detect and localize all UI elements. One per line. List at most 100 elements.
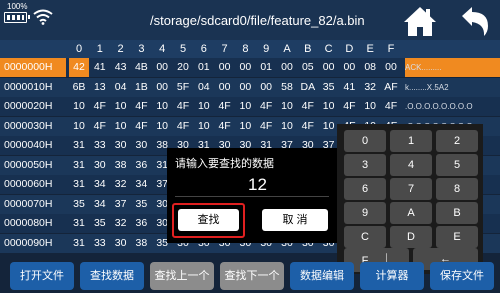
hex-row-address[interactable]: 0000040H <box>0 136 66 155</box>
hex-byte[interactable]: 34 <box>90 195 110 214</box>
find-next-button[interactable]: 查找下一个 <box>220 262 284 290</box>
hex-byte[interactable]: 4B <box>131 58 151 77</box>
hex-byte[interactable]: 4F <box>256 97 276 116</box>
hex-byte[interactable]: 00 <box>215 78 235 97</box>
hex-byte[interactable]: DA <box>298 78 318 97</box>
hex-byte[interactable]: 01 <box>256 58 276 77</box>
hex-byte[interactable]: 4F <box>215 97 235 116</box>
hex-byte[interactable]: 4F <box>173 97 193 116</box>
hex-byte[interactable]: 04 <box>111 78 131 97</box>
hex-byte[interactable]: 00 <box>339 58 359 77</box>
hex-byte[interactable]: 10 <box>111 97 131 116</box>
hex-byte[interactable]: 30 <box>111 234 131 253</box>
hex-byte[interactable]: 4F <box>90 117 110 136</box>
hex-byte[interactable]: 10 <box>235 97 255 116</box>
hex-byte[interactable]: 00 <box>152 78 172 97</box>
keypad-key[interactable]: A <box>390 202 432 224</box>
hex-byte[interactable]: 10 <box>152 117 172 136</box>
hex-byte[interactable]: 36 <box>131 214 151 233</box>
hex-row-address[interactable]: 0000080H <box>0 214 66 233</box>
hex-byte[interactable]: 31 <box>69 156 89 175</box>
hex-byte[interactable]: 05 <box>298 58 318 77</box>
search-input[interactable]: 12 <box>167 175 338 195</box>
hex-byte[interactable]: 30 <box>90 156 110 175</box>
hex-byte[interactable]: 4F <box>256 117 276 136</box>
calculator-button[interactable]: 计算器 <box>360 262 424 290</box>
hex-row-address[interactable]: 0000090H <box>0 234 66 253</box>
hex-byte[interactable]: 10 <box>319 97 339 116</box>
hex-byte[interactable]: 37 <box>111 195 131 214</box>
hex-byte[interactable]: 31 <box>69 234 89 253</box>
keypad-key[interactable]: 8 <box>436 178 478 200</box>
hex-byte[interactable]: 00 <box>319 58 339 77</box>
hex-byte[interactable]: 10 <box>194 97 214 116</box>
hex-byte[interactable]: 43 <box>111 58 131 77</box>
keypad-key[interactable]: 2 <box>436 130 478 152</box>
hex-byte[interactable]: 6B <box>69 78 89 97</box>
hex-byte[interactable]: 10 <box>111 117 131 136</box>
hex-byte[interactable]: 10 <box>319 117 339 136</box>
hex-byte[interactable]: 33 <box>90 234 110 253</box>
hex-byte[interactable]: 35 <box>90 214 110 233</box>
save-file-button[interactable]: 保存文件 <box>430 262 494 290</box>
home-button[interactable] <box>400 4 440 38</box>
hex-byte[interactable]: 4F <box>131 117 151 136</box>
hex-byte[interactable]: 13 <box>90 78 110 97</box>
hex-byte[interactable]: 20 <box>173 58 193 77</box>
hex-byte[interactable]: 4F <box>298 117 318 136</box>
hex-byte[interactable]: 00 <box>256 78 276 97</box>
find-prev-button[interactable]: 查找上一个 <box>150 262 214 290</box>
hex-byte[interactable]: 00 <box>215 58 235 77</box>
hex-byte[interactable]: 34 <box>131 175 151 194</box>
hex-byte[interactable]: 31 <box>69 136 89 155</box>
hex-byte[interactable]: 34 <box>90 175 110 194</box>
hex-byte[interactable]: 31 <box>69 214 89 233</box>
keypad-key[interactable]: E <box>436 226 478 248</box>
hex-byte[interactable]: 35 <box>131 195 151 214</box>
hex-byte[interactable]: 1B <box>131 78 151 97</box>
hex-byte[interactable]: 41 <box>339 78 359 97</box>
hex-byte[interactable]: 5F <box>173 78 193 97</box>
find-data-button[interactable]: 查找数据 <box>80 262 144 290</box>
keypad-key[interactable]: D <box>390 226 432 248</box>
hex-byte[interactable]: 30 <box>131 136 151 155</box>
hex-byte[interactable]: 32 <box>360 78 380 97</box>
keypad-key[interactable]: 1 <box>390 130 432 152</box>
hex-byte[interactable]: 10 <box>69 117 89 136</box>
hex-byte[interactable]: 32 <box>111 175 131 194</box>
hex-byte[interactable]: 31 <box>69 175 89 194</box>
hex-byte[interactable]: 00 <box>277 58 297 77</box>
hex-byte[interactable]: 38 <box>131 234 151 253</box>
hex-byte[interactable]: 10 <box>152 97 172 116</box>
edit-data-button[interactable]: 数据编辑 <box>290 262 354 290</box>
hex-row-address[interactable]: 0000060H <box>0 175 66 194</box>
hex-byte[interactable]: 4F <box>381 97 401 116</box>
hex-byte[interactable]: AF <box>381 78 401 97</box>
keypad-key[interactable]: 4 <box>390 154 432 176</box>
keypad-key[interactable]: B <box>436 202 478 224</box>
keypad-key[interactable]: 9 <box>344 202 386 224</box>
keypad-key[interactable]: 5 <box>436 154 478 176</box>
hex-byte[interactable]: 00 <box>152 58 172 77</box>
hex-byte[interactable]: 36 <box>131 156 151 175</box>
keypad-key[interactable]: 6 <box>344 178 386 200</box>
hex-byte[interactable]: 10 <box>235 117 255 136</box>
hex-byte[interactable]: 58 <box>277 78 297 97</box>
back-button[interactable] <box>458 4 494 38</box>
hex-byte[interactable]: 41 <box>90 58 110 77</box>
keypad-key[interactable]: 7 <box>390 178 432 200</box>
hex-byte[interactable]: 00 <box>381 58 401 77</box>
hex-byte[interactable]: 10 <box>69 97 89 116</box>
find-button[interactable]: 查找 <box>178 209 239 231</box>
hex-byte[interactable]: 10 <box>277 97 297 116</box>
hex-row-address[interactable]: 0000010H <box>0 78 66 97</box>
hex-byte[interactable]: 00 <box>235 58 255 77</box>
hex-byte[interactable]: 01 <box>194 58 214 77</box>
keypad-key[interactable]: C <box>344 226 386 248</box>
hex-byte[interactable]: 35 <box>319 78 339 97</box>
hex-byte[interactable]: 4F <box>298 97 318 116</box>
hex-row-address[interactable]: 0000050H <box>0 156 66 175</box>
hex-byte[interactable]: 10 <box>277 117 297 136</box>
hex-byte[interactable]: 4F <box>339 97 359 116</box>
hex-row-address[interactable]: 0000030H <box>0 117 66 136</box>
